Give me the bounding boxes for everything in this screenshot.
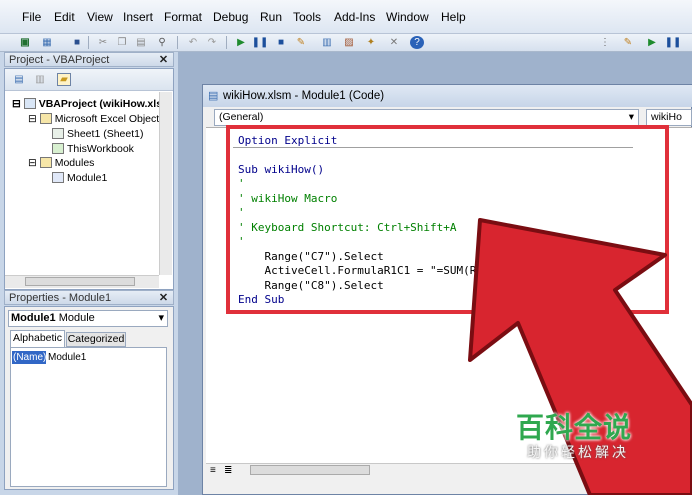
chevron-down-icon: ▾ <box>628 111 634 123</box>
project-pane-title: Project - VBAProject <box>4 52 174 67</box>
toggle-folders-icon[interactable]: ▰ <box>57 73 71 86</box>
menu-debug[interactable]: Debug <box>213 10 248 24</box>
folder-icon <box>39 157 52 168</box>
toolbar-separator <box>226 36 227 49</box>
property-name[interactable]: (Name) <box>12 351 46 364</box>
project-scrollbar-v[interactable] <box>159 92 172 275</box>
help-icon[interactable]: ? <box>410 36 424 49</box>
full-module-view-icon[interactable]: ≣ <box>224 465 232 476</box>
toolbox-icon[interactable]: ✕ <box>387 36 401 49</box>
design-mode-icon[interactable]: ✎ <box>621 36 635 49</box>
tab-categorized[interactable]: Categorized <box>66 332 126 347</box>
copy-icon[interactable]: ❐ <box>115 36 129 49</box>
menu-add-ins[interactable]: Add-Ins <box>334 10 375 24</box>
code-window-title: wikiHow.xlsm - Module1 (Code) <box>203 85 692 107</box>
insert-userform-icon[interactable]: ▦ <box>40 36 54 49</box>
menu-file[interactable]: File <box>22 10 41 24</box>
properties-pane-title: Properties - Module1 <box>4 290 174 305</box>
worksheet-icon <box>52 128 64 139</box>
menu-run[interactable]: Run <box>260 10 282 24</box>
project-icon <box>23 98 36 109</box>
toolbar-separator <box>177 36 178 49</box>
toolbar-separator <box>88 36 89 49</box>
toolbar-grip-icon: ⋮ <box>600 36 610 48</box>
reset-icon[interactable]: ■ <box>274 36 288 49</box>
find-icon[interactable]: ⚲ <box>155 36 169 49</box>
run-icon[interactable]: ▶ <box>645 36 659 49</box>
object-browser-icon[interactable]: ✦ <box>364 36 378 49</box>
project-pane-toolbar <box>5 69 173 91</box>
properties-grid <box>10 347 167 487</box>
break-icon[interactable]: ❚❚ <box>252 36 269 49</box>
watermark-title: 百科全说 <box>516 412 633 443</box>
tree-thisworkbook[interactable]: ThisWorkbook <box>52 143 134 155</box>
menu-help[interactable]: Help <box>441 10 466 24</box>
property-value[interactable]: Module1 <box>48 351 158 364</box>
properties-window-icon[interactable]: ▨ <box>342 36 356 49</box>
run-icon[interactable]: ▶ <box>234 36 248 49</box>
save-icon[interactable]: ■ <box>70 36 84 49</box>
design-mode-icon[interactable]: ✎ <box>294 36 308 49</box>
watermark-subtitle: 助你轻松解决 <box>527 444 629 460</box>
tab-alphabetic[interactable]: Alphabetic <box>10 330 65 347</box>
folder-icon <box>39 113 52 124</box>
cut-icon[interactable]: ✂ <box>96 36 110 49</box>
tree-module1[interactable]: Module1 <box>52 172 107 184</box>
tree-modules[interactable]: ⊟ Modules <box>28 157 94 169</box>
tree-vbaproject[interactable]: ⊟ VBAProject (wikiHow.xls <box>12 98 162 110</box>
code-window-icon: ▤ <box>208 90 219 102</box>
scroll-thumb[interactable] <box>25 277 135 286</box>
redo-icon[interactable]: ↷ <box>205 36 219 49</box>
close-icon[interactable]: ✕ <box>157 54 170 66</box>
project-explorer-icon[interactable]: ▥ <box>320 36 334 49</box>
menu-tools[interactable]: Tools <box>293 10 321 24</box>
object-select[interactable]: Module1 Module ▾ <box>8 310 168 327</box>
chevron-down-icon: ▾ <box>158 312 164 324</box>
procedure-view-icon[interactable]: ≡ <box>210 465 216 476</box>
menu-window[interactable]: Window <box>386 10 429 24</box>
module-icon <box>52 172 64 183</box>
tree-sheet1[interactable]: Sheet1 (Sheet1) <box>52 128 143 140</box>
view-code-icon[interactable]: ▤ <box>12 73 26 86</box>
scroll-thumb[interactable] <box>250 465 370 475</box>
paste-icon[interactable]: ▤ <box>134 36 148 49</box>
break-icon[interactable]: ❚❚ <box>665 36 682 49</box>
procedure-combo[interactable]: wikiHo <box>646 109 692 126</box>
view-object-icon[interactable]: ▥ <box>33 73 47 86</box>
object-combo[interactable]: (General) ▾ <box>214 109 639 126</box>
close-icon[interactable]: ✕ <box>157 292 170 304</box>
workbook-icon <box>52 143 64 154</box>
menu-view[interactable]: View <box>87 10 113 24</box>
menu-format[interactable]: Format <box>164 10 202 24</box>
menu-edit[interactable]: Edit <box>54 10 75 24</box>
undo-icon[interactable]: ↶ <box>186 36 200 49</box>
excel-icon[interactable]: ▣ <box>18 36 32 49</box>
tree-excel-objects[interactable]: ⊟ Microsoft Excel Objects <box>28 113 164 125</box>
menu-insert[interactable]: Insert <box>123 10 153 24</box>
